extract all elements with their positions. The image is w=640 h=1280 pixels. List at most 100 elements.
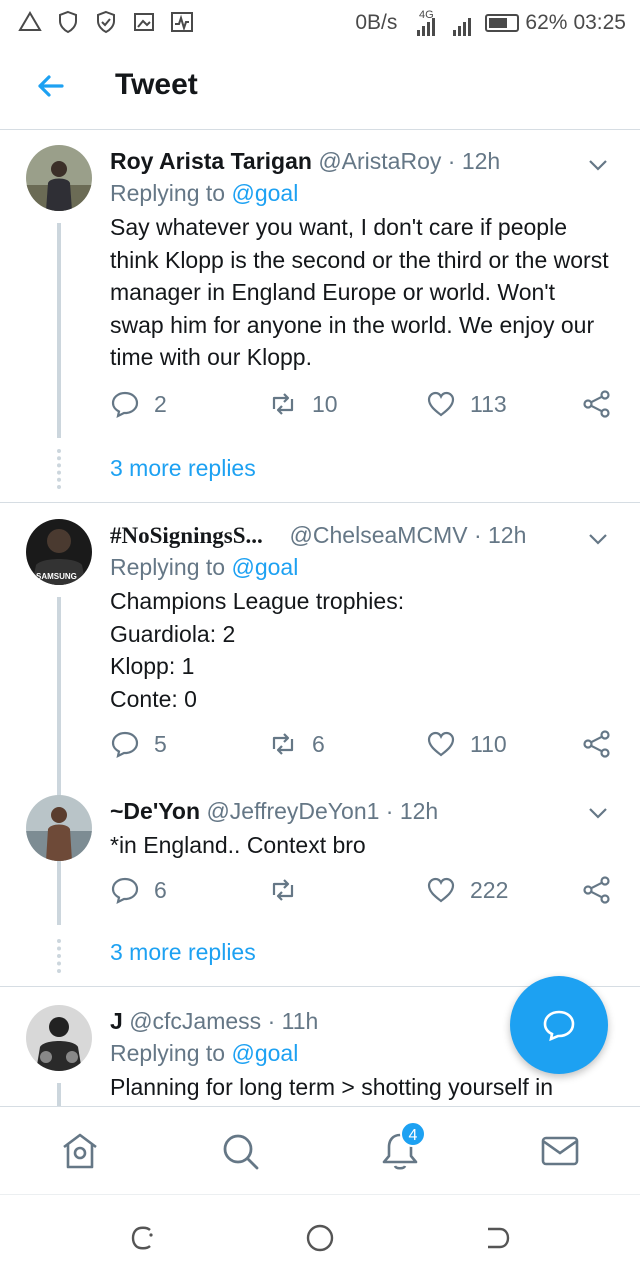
replying-handle[interactable]: @goal xyxy=(231,180,298,206)
status-bar: 0B/s 4G 62% 03:25 xyxy=(0,0,640,44)
reply-count: 6 xyxy=(154,876,167,903)
battery-icon xyxy=(485,14,520,32)
thread-dots xyxy=(57,939,61,973)
reply-button[interactable]: 2 xyxy=(110,389,167,419)
nav-search[interactable] xyxy=(218,1129,262,1173)
replying-handle[interactable]: @goal xyxy=(231,1040,298,1066)
chevron-down-icon[interactable] xyxy=(586,801,610,825)
thread-line xyxy=(57,223,61,438)
tweet-item[interactable]: SAMSUNG #NoSigningsS... @ChelseaMCMV · 1… xyxy=(0,503,640,897)
replying-label: Replying to xyxy=(110,554,226,580)
share-button[interactable] xyxy=(582,389,612,419)
like-button[interactable]: 113 xyxy=(426,389,507,419)
tweet-meta: Roy Arista Tarigan @AristaRoy · 12h xyxy=(110,145,610,177)
photo-icon xyxy=(134,13,154,31)
reply-button[interactable]: 6 xyxy=(110,875,167,905)
home-circle-icon[interactable] xyxy=(305,1223,335,1253)
tweet-meta: ~De'Yon @JeffreyDeYon1 · 12h xyxy=(110,795,610,827)
thread-dots xyxy=(57,449,61,489)
avatar[interactable] xyxy=(26,1005,92,1071)
retweet-icon xyxy=(272,733,294,755)
replying-handle[interactable]: @goal xyxy=(231,554,298,580)
like-count: 222 xyxy=(470,876,509,903)
tweet-thread[interactable]: Roy Arista Tarigan @AristaRoy · 12h Repl… xyxy=(0,131,640,1106)
signal-4g-icon: 4G xyxy=(417,9,436,36)
reply-button[interactable]: 5 xyxy=(110,729,167,759)
author-name[interactable]: ~De'Yon xyxy=(110,798,200,824)
home-icon xyxy=(63,1133,97,1169)
nav-messages[interactable] xyxy=(538,1129,582,1173)
retweet-button[interactable] xyxy=(268,875,312,905)
status-right: 0B/s 4G 62% 03:25 xyxy=(355,8,626,38)
back-nav-icon[interactable] xyxy=(482,1223,512,1253)
retweet-icon xyxy=(272,879,294,901)
page-title: Tweet xyxy=(115,68,198,101)
reply-count: 2 xyxy=(154,390,167,417)
more-replies-link[interactable]: 3 more replies xyxy=(110,455,256,482)
author-handle[interactable]: @JeffreyDeYon1 xyxy=(206,798,379,824)
share-button[interactable] xyxy=(582,729,612,759)
tweet-content: #NoSigningsS... @ChelseaMCMV · 12h Reply… xyxy=(110,519,610,715)
reply-icon xyxy=(111,391,139,419)
back-arrow-icon[interactable] xyxy=(30,66,70,106)
author-handle[interactable]: @AristaRoy xyxy=(318,148,441,174)
shield-check-icon xyxy=(97,10,115,34)
alert-triangle-icon xyxy=(18,11,42,31)
net-speed: 0B/s xyxy=(355,11,398,34)
share-icon xyxy=(583,876,610,904)
reply-compose-icon xyxy=(543,1010,575,1042)
battery-percent: 62% xyxy=(525,11,568,34)
reply-icon xyxy=(111,877,139,905)
tweet-time: · 12h xyxy=(385,798,439,824)
retweet-button[interactable]: 10 xyxy=(268,389,338,419)
share-button[interactable] xyxy=(582,875,612,905)
tweet-time: · 12h xyxy=(447,148,501,174)
chevron-down-icon[interactable] xyxy=(586,527,610,551)
tweet-item[interactable]: Roy Arista Tarigan @AristaRoy · 12h Repl… xyxy=(0,131,640,503)
avatar[interactable] xyxy=(26,795,92,861)
chevron-down-icon[interactable] xyxy=(586,153,610,177)
replying-to: Replying to @goal xyxy=(110,177,610,209)
like-button[interactable]: 222 xyxy=(426,875,508,905)
heart-icon xyxy=(427,391,455,417)
author-name[interactable]: #NoSigningsS... xyxy=(110,523,263,548)
replying-label: Replying to xyxy=(110,180,226,206)
tweet-time: · 11h xyxy=(267,1008,319,1034)
author-name[interactable]: J xyxy=(110,1008,123,1034)
reply-icon xyxy=(111,731,139,759)
like-count: 113 xyxy=(470,390,507,417)
tweet-content: ~De'Yon @JeffreyDeYon1 · 12h *in England… xyxy=(110,795,610,862)
search-icon xyxy=(223,1134,259,1170)
author-handle[interactable]: @ChelseaMCMV xyxy=(290,522,468,548)
like-button[interactable]: 110 xyxy=(426,729,507,759)
signal-icon xyxy=(453,18,472,36)
tweet-actions: 2 10 113 xyxy=(110,389,620,429)
notification-badge: 4 xyxy=(400,1121,426,1147)
shield-icon xyxy=(59,10,77,34)
activity-icon xyxy=(171,12,193,32)
more-replies-link[interactable]: 3 more replies xyxy=(110,939,256,966)
thread-line xyxy=(57,871,61,925)
tweet-actions: 6 222 xyxy=(110,875,620,915)
tweet-text: Champions League trophies: Guardiola: 2 … xyxy=(110,588,405,712)
tweet-text: Say whatever you want, I don't care if p… xyxy=(110,214,609,370)
status-icons xyxy=(18,10,194,34)
network-type: 4G xyxy=(419,9,434,21)
nav-home[interactable] xyxy=(58,1129,102,1173)
author-handle[interactable]: @cfcJamess xyxy=(129,1008,261,1034)
tweet-meta: #NoSigningsS... @ChelseaMCMV · 12h xyxy=(110,519,610,551)
tweet-item[interactable]: ~De'Yon @JeffreyDeYon1 · 12h *in England… xyxy=(0,779,640,987)
avatar-sponsor-text: SAMSUNG xyxy=(36,572,77,581)
retweet-button[interactable]: 6 xyxy=(268,729,325,759)
compose-reply-button[interactable] xyxy=(510,976,608,1074)
heart-icon xyxy=(427,877,455,903)
heart-icon xyxy=(427,731,455,757)
retweet-count: 10 xyxy=(312,390,338,417)
tweet-actions: 5 6 110 xyxy=(110,729,620,769)
avatar[interactable]: SAMSUNG xyxy=(26,519,92,585)
retweet-count: 6 xyxy=(312,730,325,757)
replying-to: Replying to @goal xyxy=(110,551,610,583)
recent-apps-icon[interactable] xyxy=(128,1223,158,1253)
avatar[interactable] xyxy=(26,145,92,211)
author-name[interactable]: Roy Arista Tarigan xyxy=(110,148,312,174)
